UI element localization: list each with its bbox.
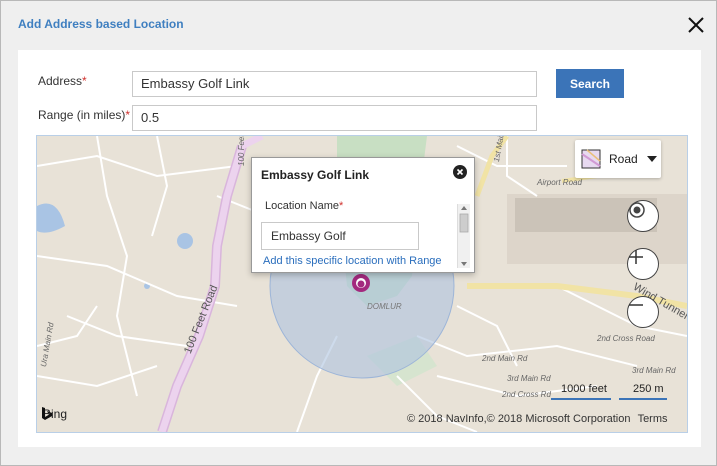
location-popup: Embassy Golf Link Location Name* Embassy… xyxy=(251,157,475,273)
road-label: 2nd Cross Road xyxy=(597,334,655,343)
popup-title: Embassy Golf Link xyxy=(261,168,370,182)
chevron-down-icon xyxy=(647,156,657,162)
address-label: Address* xyxy=(38,74,87,88)
zoom-out-button[interactable] xyxy=(627,296,659,328)
zoom-in-button[interactable] xyxy=(627,248,659,280)
road-label: 2nd Main Rd xyxy=(482,354,528,363)
add-location-link[interactable]: Add this specific location with Range xyxy=(263,255,442,267)
range-label: Range (in miles)* xyxy=(38,108,131,122)
map-type-label: Road xyxy=(609,152,638,166)
scale-bar-feet xyxy=(551,398,611,400)
target-icon xyxy=(629,202,645,218)
terms-link[interactable]: Terms xyxy=(638,413,668,425)
place-label: DOMLUR xyxy=(367,302,402,311)
bing-logo: Bing xyxy=(42,407,68,421)
road-label: 100 Feet Road xyxy=(237,135,246,166)
road-label: 3rd Main Rd xyxy=(507,374,551,383)
minus-icon xyxy=(629,304,643,306)
location-name-input[interactable]: Embassy Golf xyxy=(261,222,419,250)
map-type-icon xyxy=(581,149,601,169)
plus-icon xyxy=(629,250,643,264)
range-input[interactable]: 0.5 xyxy=(132,105,537,131)
location-name-label: Location Name* xyxy=(265,200,344,212)
road-label: 2nd Cross Rd xyxy=(502,390,551,399)
scale-feet: 1000 feet xyxy=(561,383,607,395)
dialog: Add Address based Location Address* Emba… xyxy=(0,0,717,466)
address-input[interactable]: Embassy Golf Link xyxy=(132,71,537,97)
popup-scrollbar[interactable] xyxy=(457,204,470,268)
locate-me-button[interactable] xyxy=(627,200,659,232)
search-button[interactable]: Search xyxy=(556,69,624,98)
road-label: Airport Road xyxy=(537,178,582,187)
close-icon[interactable] xyxy=(686,15,706,35)
bing-icon xyxy=(42,407,52,420)
map-type-selector[interactable]: Road xyxy=(575,140,661,178)
scale-meters: 250 m xyxy=(633,383,664,395)
road-label: 3rd Main Rd xyxy=(632,366,676,375)
map-attribution: © 2018 NavInfo,© 2018 Microsoft Corporat… xyxy=(407,413,668,425)
scale-bar-meters xyxy=(619,398,667,400)
dialog-title: Add Address based Location xyxy=(18,17,184,31)
popup-close-icon[interactable] xyxy=(453,165,467,179)
